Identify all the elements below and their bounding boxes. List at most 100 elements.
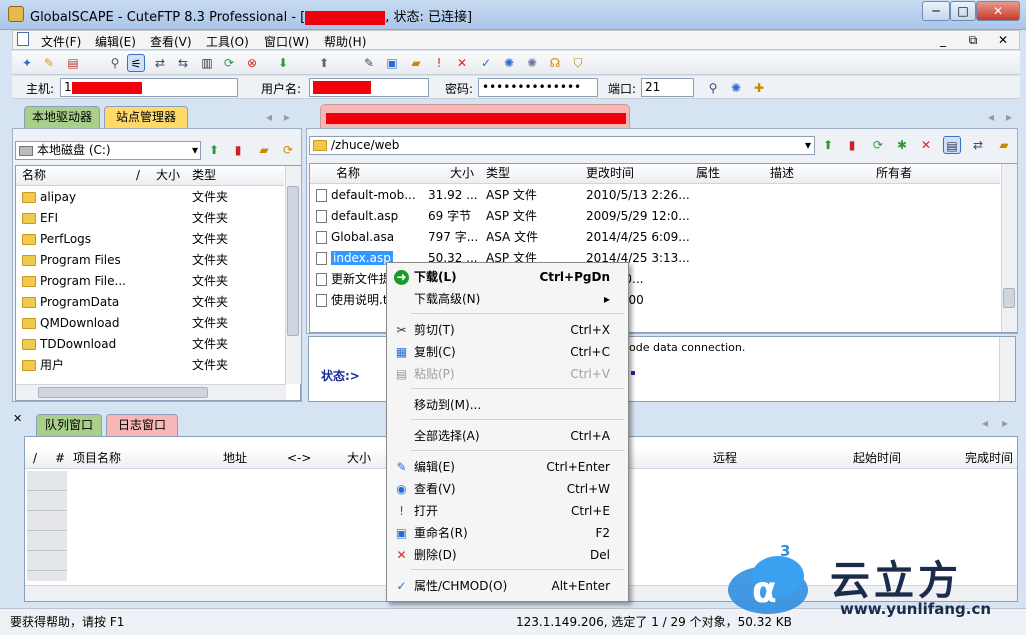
remote-view-icon[interactable]: ▤ — [943, 136, 961, 154]
mdi-close-button[interactable]: ✕ — [993, 33, 1013, 47]
context-menu-item[interactable]: ✂ 剪切(T) Ctrl+X — [389, 319, 626, 341]
local-list-item[interactable]: alipay 文件夹 — [16, 187, 284, 208]
host-input[interactable]: 1 — [60, 78, 238, 97]
context-menu-item[interactable]: ✕ 删除(D) Del — [389, 544, 626, 566]
tab-log-window[interactable]: 日志窗口 — [106, 414, 178, 436]
remote-scroll-thumb[interactable] — [1003, 288, 1015, 308]
remote-vertical-scrollbar[interactable] — [1001, 164, 1017, 332]
context-menu-item[interactable]: ▤ 粘贴(P) Ctrl+V — [389, 363, 626, 385]
remote-list-item[interactable]: Global.asa 797 字... ASA 文件 2014/4/25 6:09..… — [310, 227, 1000, 248]
refresh-icon[interactable]: ⟳ — [220, 54, 238, 72]
shield-icon[interactable]: ⛉ — [569, 54, 587, 72]
qcol-direction[interactable]: <-> — [287, 449, 311, 468]
remote-filter-icon[interactable]: ✱ — [893, 136, 911, 154]
local-horizontal-scrollbar[interactable] — [16, 384, 286, 400]
remote-list-item[interactable]: default-mob... 31.92 ... ASP 文件 2010/5/13 2… — [310, 185, 1000, 206]
local-list-item[interactable]: QMDownload 文件夹 — [16, 313, 284, 334]
qcol-remote[interactable]: 远程 — [713, 449, 737, 468]
rcol-owner[interactable]: 所有者 — [876, 164, 912, 183]
remote-path-input[interactable]: /zhuce/web ▾ — [309, 136, 815, 155]
queue-tabs-next-icon[interactable]: ▸ — [1002, 416, 1008, 430]
remote-refresh-icon[interactable]: ⟳ — [869, 136, 887, 154]
password-input[interactable]: •••••••••••••• — [478, 78, 598, 97]
local-bookmark-icon[interactable]: ▮ — [229, 141, 247, 159]
local-list-item[interactable]: PerfLogs 文件夹 — [16, 229, 284, 250]
connect-plug-icon[interactable]: ⚲ — [704, 79, 722, 97]
local-list-item[interactable]: TDDownload 文件夹 — [16, 334, 284, 355]
local-list-item[interactable]: 用户 文件夹 — [16, 355, 284, 376]
queue-tabs-prev-icon[interactable]: ◂ — [982, 416, 988, 430]
upload-icon[interactable]: ⬆ — [315, 54, 333, 72]
properties-icon[interactable]: ✓ — [477, 54, 495, 72]
add-site-icon[interactable]: ✚ — [750, 79, 768, 97]
context-menu-item[interactable]: ◉ 查看(V) Ctrl+W — [389, 478, 626, 500]
context-menu-item[interactable]: ✓ 属性/CHMOD(O) Alt+Enter — [389, 575, 626, 597]
left-tabs-prev-icon[interactable]: ◂ — [266, 110, 272, 124]
split-icon[interactable]: ⇄ — [151, 54, 169, 72]
disconnect-icon[interactable]: ⚲ — [106, 54, 124, 72]
context-menu-item[interactable]: ! 打开 Ctrl+E — [389, 500, 626, 522]
edit-file-icon[interactable]: ✎ — [360, 54, 378, 72]
user-input[interactable] — [309, 78, 429, 97]
cuteftp-app-icon[interactable] — [8, 6, 24, 22]
qcol-finish[interactable]: 完成时间 — [965, 449, 1013, 468]
context-menu-item[interactable]: ➜ 下载(L) Ctrl+PgDn — [389, 266, 626, 288]
qcol-num[interactable]: # — [55, 449, 65, 468]
remote-tab-strip[interactable] — [320, 104, 630, 128]
minimize-button[interactable]: ─ — [922, 1, 950, 21]
maximize-button[interactable]: □ — [950, 1, 976, 21]
menu-file[interactable]: 文件(F) — [41, 33, 81, 50]
local-up-icon[interactable]: ⬆ — [205, 141, 223, 159]
col-type[interactable]: 类型 — [192, 166, 216, 185]
settings-icon[interactable]: ✺ — [500, 54, 518, 72]
new-site-icon[interactable]: ▤ — [64, 54, 82, 72]
col-size[interactable]: 大小 — [156, 166, 180, 185]
qcol-size[interactable]: 大小 — [347, 449, 371, 468]
right-tabs-next-icon[interactable]: ▸ — [1006, 110, 1012, 124]
rcol-mtime[interactable]: 更改时间 — [586, 164, 634, 183]
menu-view[interactable]: 查看(V) — [150, 33, 192, 50]
execute-icon[interactable]: ! — [430, 54, 448, 72]
local-list-item[interactable]: EFI 文件夹 — [16, 208, 284, 229]
rcol-type[interactable]: 类型 — [486, 164, 510, 183]
local-new-folder-icon[interactable]: ▰ — [255, 141, 273, 159]
connect-settings-icon[interactable]: ✺ — [727, 79, 745, 97]
menu-edit[interactable]: 编辑(E) — [95, 33, 136, 50]
context-menu-item[interactable]: ▦ 复制(C) Ctrl+C — [389, 341, 626, 363]
remote-list-item[interactable]: default.asp 69 字节 ASP 文件 2009/5/29 12:0... — [310, 206, 1000, 227]
rcol-attr[interactable]: 属性 — [696, 164, 720, 183]
new-folder-icon[interactable]: ▰ — [407, 54, 425, 72]
local-refresh-icon[interactable]: ⟳ — [279, 141, 297, 159]
menu-tools[interactable]: 工具(O) — [206, 33, 249, 50]
drive-select[interactable]: 本地磁盘 (C:) ▾ — [15, 141, 201, 160]
tab-local-drives[interactable]: 本地驱动器 — [24, 106, 100, 128]
qcol-address[interactable]: 地址 — [223, 449, 247, 468]
local-scroll-thumb[interactable] — [287, 186, 299, 336]
rcol-desc[interactable]: 描述 — [770, 164, 794, 183]
rcol-size[interactable]: 大小 — [450, 164, 474, 183]
remote-delete-icon[interactable]: ✕ — [917, 136, 935, 154]
stop-icon[interactable]: ⊗ — [243, 54, 261, 72]
remote-sync-icon[interactable]: ⇄ — [969, 136, 987, 154]
reconnect-icon[interactable]: ⚟ — [127, 54, 145, 72]
local-list-item[interactable]: Program Files 文件夹 — [16, 250, 284, 271]
quick-connect-icon[interactable]: ✎ — [40, 54, 58, 72]
connect-icon[interactable]: ✦ — [18, 54, 36, 72]
local-list-item[interactable]: Program File... 文件夹 — [16, 271, 284, 292]
qcol-item[interactable]: 项目名称 — [73, 449, 121, 468]
menu-window[interactable]: 窗口(W) — [264, 33, 309, 50]
mdi-restore-button[interactable]: ⧉ — [963, 33, 983, 48]
close-button[interactable]: ✕ — [976, 1, 1020, 21]
context-menu-item[interactable]: ✎ 编辑(E) Ctrl+Enter — [389, 456, 626, 478]
local-list-item[interactable]: ProgramData 文件夹 — [16, 292, 284, 313]
download-icon[interactable]: ⬇ — [274, 54, 292, 72]
col-name[interactable]: 名称 — [22, 166, 46, 185]
transfer-icon[interactable]: ⇆ — [174, 54, 192, 72]
mdi-minimize-button[interactable]: _ — [933, 33, 953, 47]
queue-close-icon[interactable]: ✕ — [13, 412, 22, 425]
support-icon[interactable]: ☊ — [546, 54, 564, 72]
qcol-start[interactable]: 起始时间 — [853, 449, 901, 468]
delete-icon[interactable]: ✕ — [453, 54, 471, 72]
log-scrollbar[interactable] — [999, 337, 1015, 401]
local-vertical-scrollbar[interactable] — [285, 166, 301, 384]
